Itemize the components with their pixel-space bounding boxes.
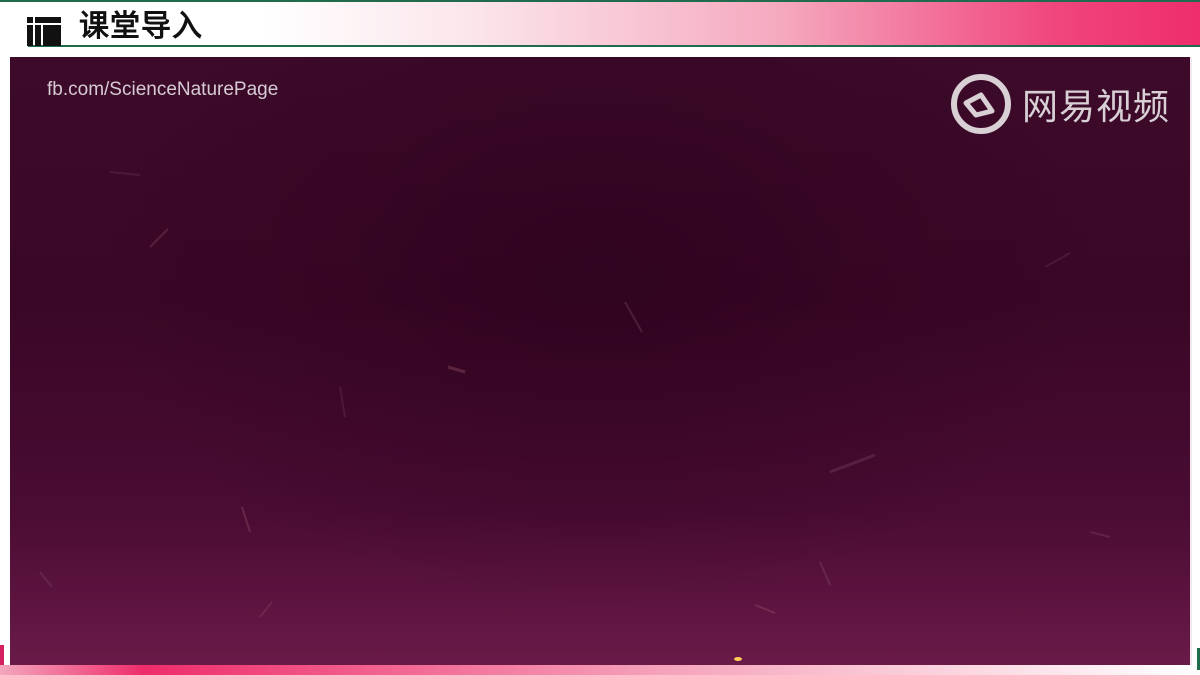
header: 课堂导入 xyxy=(0,0,1200,48)
section-marker-icon xyxy=(27,17,61,46)
source-watermark: fb.com/ScienceNaturePage xyxy=(47,79,279,100)
video-noise-texture xyxy=(39,171,1111,618)
page-title: 课堂导入 xyxy=(79,9,203,44)
netease-video-logo-icon xyxy=(950,74,1011,134)
video-frame[interactable]: fb.com/ScienceNaturePage 网易视频 xyxy=(10,57,1192,665)
header-divider xyxy=(28,45,1200,47)
spark-highlight xyxy=(734,657,742,661)
slide: 课堂导入 fb.com/ScienceNaturePage 网易视频 xyxy=(0,0,1200,675)
footer-gradient-bar xyxy=(0,665,1200,675)
platform-watermark: 网易视频 xyxy=(950,73,1170,135)
platform-name: 网易视频 xyxy=(1021,87,1170,128)
